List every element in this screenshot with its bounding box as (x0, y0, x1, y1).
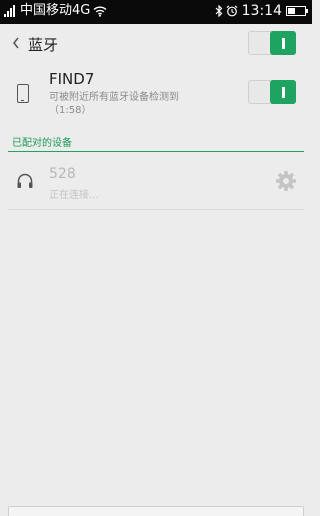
visibility-toggle[interactable] (248, 80, 296, 104)
toggle-knob (270, 80, 296, 104)
paired-device-status: 正在连接... (49, 190, 99, 201)
status-right: 13:14 (215, 3, 308, 19)
item-divider (8, 209, 304, 210)
status-left: 中国移动4G (4, 3, 107, 19)
clock: 13:14 (241, 3, 282, 19)
alarm-icon (226, 5, 238, 17)
chevron-left-icon (13, 37, 19, 49)
signal-icon (4, 5, 16, 17)
toggle-knob (270, 31, 296, 55)
carrier-label: 中国移动4G (20, 3, 91, 18)
bluetooth-icon (215, 5, 222, 17)
bottom-bar[interactable] (8, 506, 304, 516)
gear-icon[interactable] (275, 170, 297, 192)
paired-device-item[interactable]: 528 正在连接... (0, 156, 312, 210)
status-bar: 中国移动4G 13:14 (0, 0, 312, 24)
paired-devices-heading: 已配对的设备 (12, 138, 72, 149)
section-divider (8, 151, 304, 152)
back-button[interactable] (6, 30, 26, 56)
wifi-icon (93, 6, 107, 17)
page-title: 蓝牙 (28, 36, 59, 54)
device-name: FIND7 (49, 70, 95, 88)
this-device-row: FIND7 可被附近所有蓝牙设备检测到（1:58） (0, 64, 312, 126)
app-header: 蓝牙 (0, 24, 312, 64)
phone-icon (17, 84, 29, 103)
headphones-icon (17, 173, 33, 188)
paired-device-name: 528 (49, 166, 76, 182)
bluetooth-toggle[interactable] (248, 31, 296, 55)
battery-icon (286, 6, 308, 16)
device-visibility-status: 可被附近所有蓝牙设备检测到（1:58） (49, 92, 179, 116)
